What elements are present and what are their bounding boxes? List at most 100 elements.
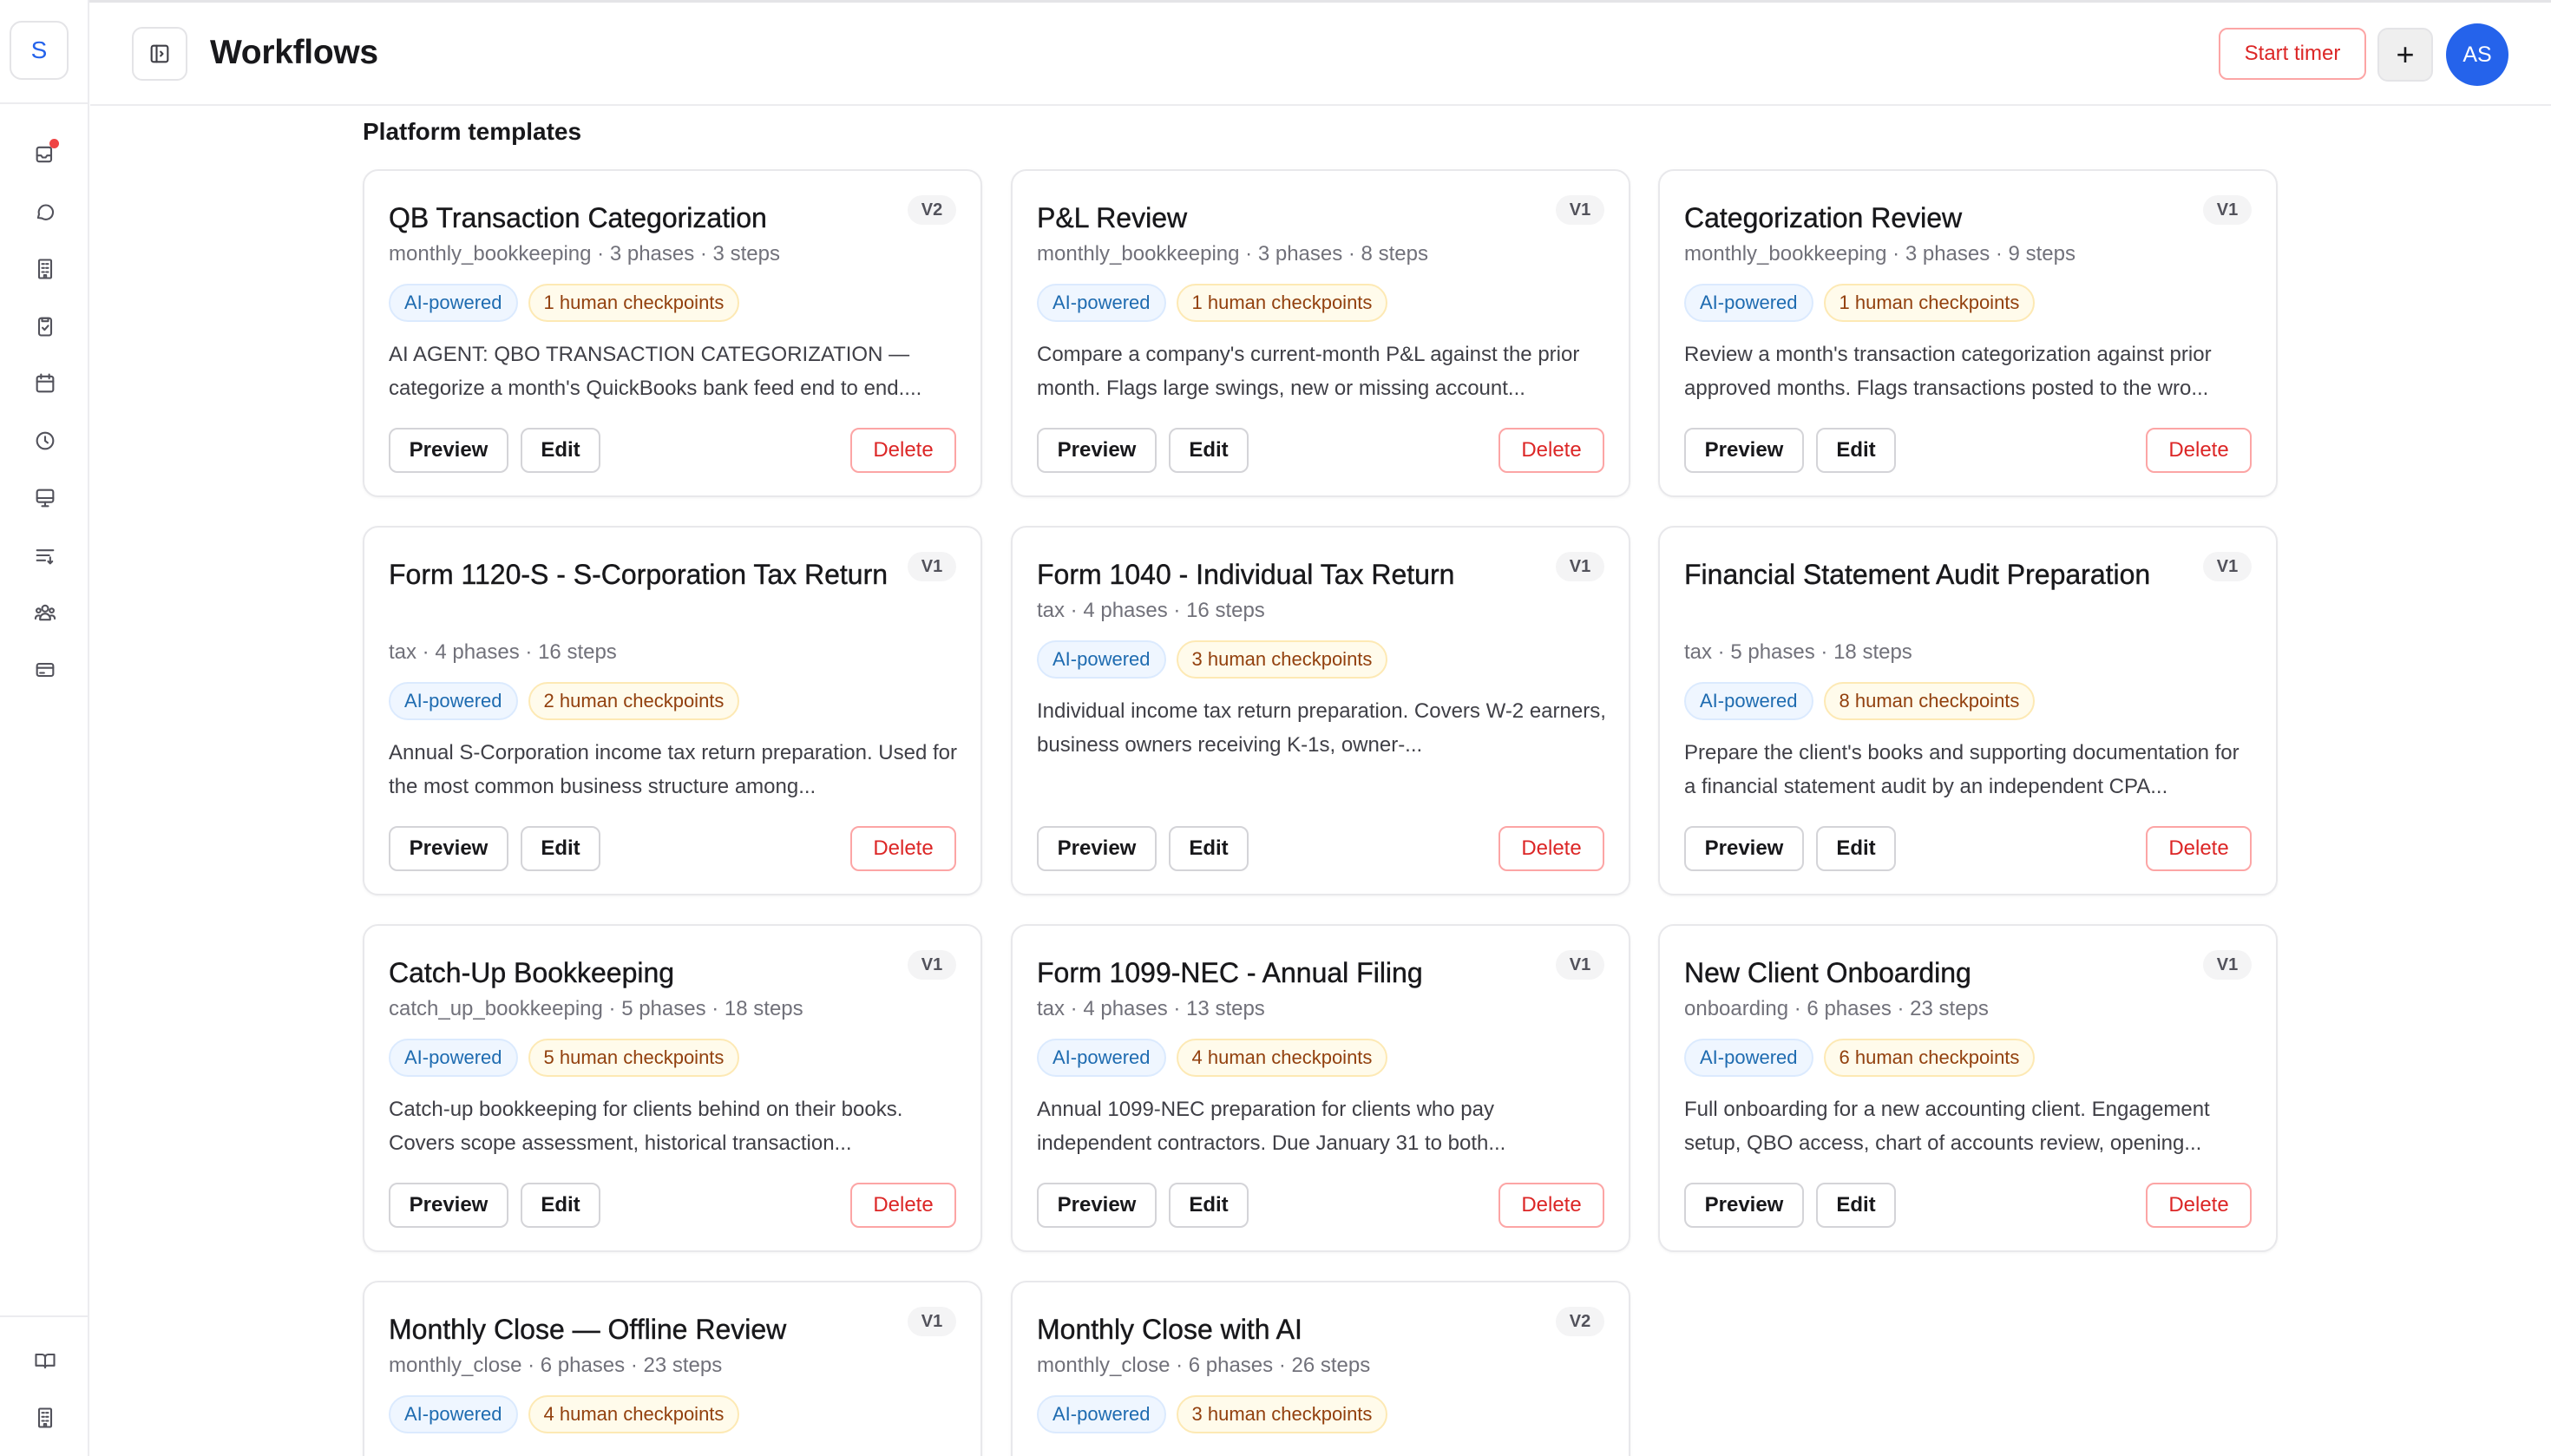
- template-description: Review a month's transaction categorizat…: [1684, 343, 2212, 400]
- edit-button[interactable]: Edit: [521, 428, 600, 473]
- edit-button[interactable]: Edit: [1169, 826, 1249, 871]
- template-meta: catch_up_bookkeeping · 5 phases · 18 ste…: [389, 997, 803, 1020]
- sidebar-item-chat[interactable]: [28, 194, 62, 229]
- ai-powered-badge: AI-powered: [1037, 1039, 1166, 1077]
- delete-button[interactable]: Delete: [2146, 428, 2252, 473]
- template-meta: monthly_bookkeeping · 3 phases · 8 steps: [1037, 242, 1428, 266]
- preview-button[interactable]: Preview: [1684, 428, 1804, 473]
- version-badge: V1: [908, 552, 956, 581]
- template-description: Full onboarding for a new accounting cli…: [1684, 1098, 2210, 1155]
- badge-row: AI-powered 3 human checkpoints: [1037, 640, 1388, 679]
- template-card: Form 1040 - Individual Tax Return V1 tax…: [1011, 526, 1630, 895]
- delete-button[interactable]: Delete: [850, 1183, 956, 1228]
- delete-button[interactable]: Delete: [850, 428, 956, 473]
- edit-button[interactable]: Edit: [521, 1183, 600, 1228]
- badge-row: AI-powered 1 human checkpoints: [1684, 284, 2036, 322]
- version-badge: V2: [1556, 1307, 1604, 1336]
- template-meta: monthly_bookkeeping · 3 phases · 3 steps: [389, 242, 780, 266]
- badge-row: AI-powered 5 human checkpoints: [389, 1039, 740, 1077]
- delete-button[interactable]: Delete: [850, 826, 956, 871]
- template-meta: onboarding · 6 phases · 23 steps: [1684, 997, 1989, 1020]
- badge-row: AI-powered 4 human checkpoints: [389, 1395, 740, 1433]
- edit-button[interactable]: Edit: [521, 826, 600, 871]
- template-title: Financial Statement Audit Preparation: [1684, 559, 2151, 590]
- version-badge: V1: [1556, 195, 1604, 225]
- sidebar-item-team[interactable]: [28, 595, 62, 630]
- edit-button[interactable]: Edit: [1816, 428, 1896, 473]
- notification-dot: [49, 139, 59, 148]
- avatar[interactable]: AS: [2446, 23, 2508, 86]
- template-title: Monthly Close with AI: [1037, 1314, 1302, 1345]
- template-title: Monthly Close — Offline Review: [389, 1314, 787, 1345]
- calendar-icon: [36, 373, 55, 393]
- checkpoints-badge: 4 human checkpoints: [528, 1395, 740, 1433]
- template-title: Form 1099-NEC - Annual Filing: [1037, 957, 1423, 988]
- app-logo[interactable]: S: [10, 21, 69, 80]
- sidebar-item-billing[interactable]: [28, 653, 62, 687]
- edit-button[interactable]: Edit: [1169, 428, 1249, 473]
- template-meta: tax · 5 phases · 18 steps: [1684, 640, 1912, 664]
- template-description: Compare a company's current-month P&L ag…: [1037, 343, 1580, 400]
- ai-powered-badge: AI-powered: [389, 284, 518, 322]
- checkpoints-badge: 6 human checkpoints: [1823, 1039, 2036, 1077]
- preview-button[interactable]: Preview: [389, 428, 508, 473]
- template-title: Form 1120-S - S-Corporation Tax Return: [389, 559, 889, 590]
- credit-card-icon: [36, 662, 55, 678]
- preview-button[interactable]: Preview: [1684, 826, 1804, 871]
- sidebar-item-time[interactable]: [28, 423, 62, 458]
- delete-button[interactable]: Delete: [1498, 428, 1604, 473]
- template-meta: monthly_close · 6 phases · 23 steps: [389, 1354, 723, 1377]
- sidebar-item-inbox[interactable]: [28, 137, 62, 172]
- sidebar-item-lists[interactable]: [28, 538, 62, 573]
- template-title: New Client Onboarding: [1684, 957, 1971, 988]
- template-description: Individual income tax return preparation…: [1037, 699, 1606, 757]
- badge-row: AI-powered 8 human checkpoints: [1684, 682, 2036, 720]
- section-title: Platform templates: [363, 118, 582, 145]
- template-title: Categorization Review: [1684, 202, 1963, 233]
- clipboard-check-icon: [37, 317, 53, 337]
- template-card: P&L Review V1 monthly_bookkeeping · 3 ph…: [1011, 169, 1630, 497]
- template-description: Catch-up bookkeeping for clients behind …: [389, 1098, 903, 1155]
- delete-button[interactable]: Delete: [2146, 826, 2252, 871]
- checkpoints-badge: 3 human checkpoints: [1176, 1395, 1388, 1433]
- delete-button[interactable]: Delete: [2146, 1183, 2252, 1228]
- ai-powered-badge: AI-powered: [1684, 1039, 1813, 1077]
- preview-button[interactable]: Preview: [1037, 826, 1157, 871]
- edit-button[interactable]: Edit: [1816, 826, 1896, 871]
- sidebar-item-calendar[interactable]: [28, 366, 62, 401]
- preview-button[interactable]: Preview: [389, 826, 508, 871]
- sidebar-item-firm[interactable]: [28, 1400, 62, 1435]
- ai-powered-badge: AI-powered: [1037, 284, 1166, 322]
- sidebar-divider: [0, 1315, 89, 1317]
- delete-button[interactable]: Delete: [1498, 826, 1604, 871]
- preview-button[interactable]: Preview: [1037, 1183, 1157, 1228]
- sidebar-item-docs[interactable]: [28, 1343, 62, 1378]
- sidebar-item-workflows[interactable]: [28, 481, 62, 515]
- template-meta: monthly_bookkeeping · 3 phases · 9 steps: [1684, 242, 2076, 266]
- ai-powered-badge: AI-powered: [1684, 284, 1813, 322]
- sidebar-item-tasks[interactable]: [28, 309, 62, 344]
- template-card: Catch-Up Bookkeeping V1 catch_up_bookkee…: [363, 924, 982, 1252]
- preview-button[interactable]: Preview: [1037, 428, 1157, 473]
- ai-powered-badge: AI-powered: [1684, 682, 1813, 720]
- template-card: Monthly Close — Offline Review V1 monthl…: [363, 1281, 982, 1456]
- edit-button[interactable]: Edit: [1169, 1183, 1249, 1228]
- preview-button[interactable]: Preview: [1684, 1183, 1804, 1228]
- checkpoints-badge: 1 human checkpoints: [528, 284, 740, 322]
- sidebar-toggle-button[interactable]: [132, 27, 187, 81]
- template-description: AI AGENT: QBO TRANSACTION CATEGORIZATION…: [389, 343, 922, 400]
- preview-button[interactable]: Preview: [389, 1183, 508, 1228]
- badge-row: AI-powered 1 human checkpoints: [1037, 284, 1388, 322]
- start-timer-button[interactable]: Start timer: [2219, 28, 2366, 80]
- building-icon: [37, 1407, 53, 1428]
- sidebar-item-clients[interactable]: [28, 252, 62, 286]
- version-badge: V1: [908, 950, 956, 980]
- clock-icon: [36, 431, 55, 450]
- delete-button[interactable]: Delete: [1498, 1183, 1604, 1228]
- template-card: New Client Onboarding V1 onboarding · 6 …: [1658, 924, 2278, 1252]
- edit-button[interactable]: Edit: [1816, 1183, 1896, 1228]
- top-bar: Workflows Start timer + AS: [90, 3, 2551, 106]
- add-button[interactable]: +: [2377, 28, 2433, 82]
- book-icon: [35, 1353, 56, 1369]
- badge-row: AI-powered 6 human checkpoints: [1684, 1039, 2036, 1077]
